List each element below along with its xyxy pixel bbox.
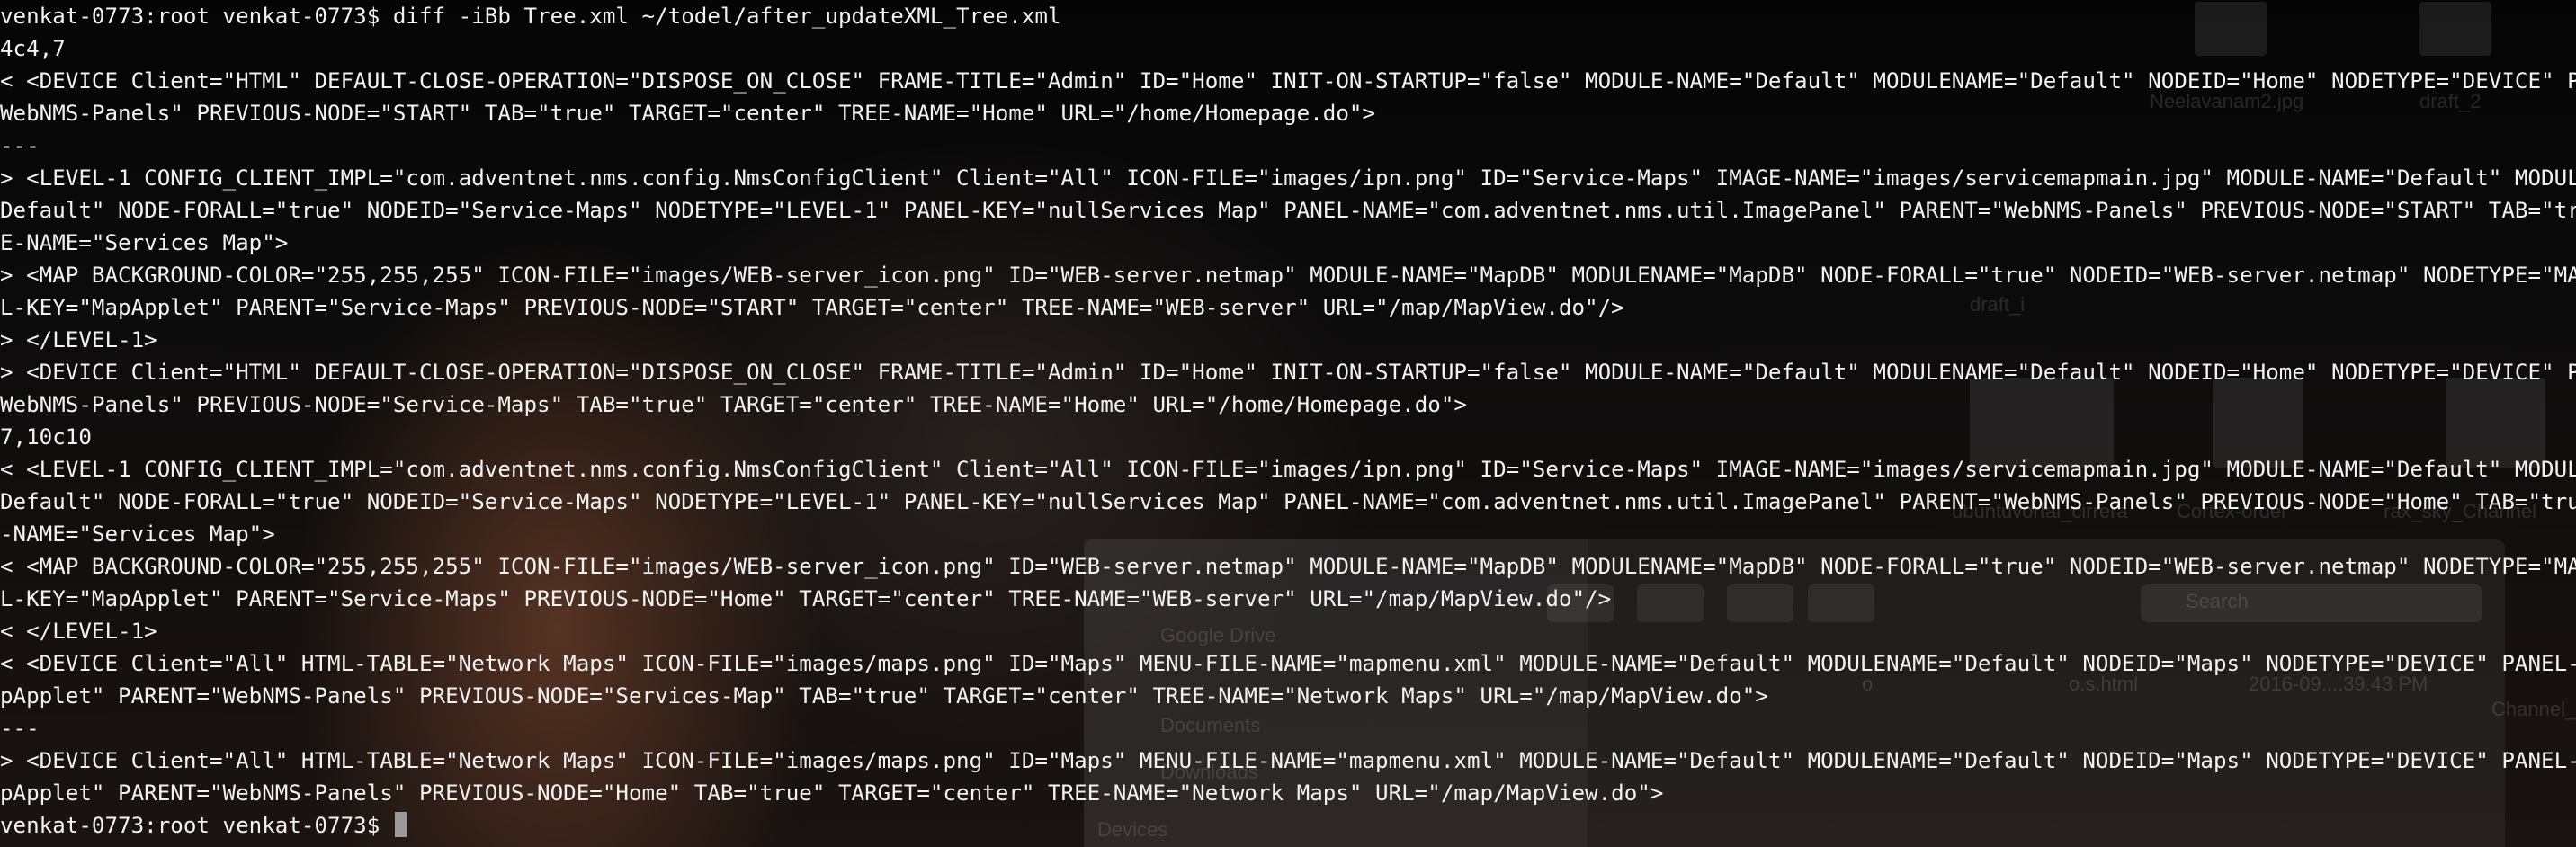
terminal-line: > <LEVEL-1 CONFIG_CLIENT_IMPL="com.adven… [0, 165, 2576, 191]
terminal-line: < <MAP BACKGROUND-COLOR="255,255,255" IC… [0, 554, 2576, 579]
terminal-line: L-KEY="MapApplet" PARENT="Service-Maps" … [0, 586, 1612, 611]
terminal-line: > </LEVEL-1> [0, 327, 157, 352]
terminal-line: < <DEVICE Client="HTML" DEFAULT-CLOSE-OP… [0, 68, 2576, 94]
terminal-line-diff-hunk: 4c4,7 [0, 36, 66, 61]
terminal-line: WebNMS-Panels" PREVIOUS-NODE="START" TAB… [0, 101, 1376, 126]
screen: Neelavanam2.jpg draft_2 draft_i ubuntuvo… [0, 0, 2576, 847]
terminal-line: L-KEY="MapApplet" PARENT="Service-Maps" … [0, 295, 1624, 320]
terminal-line: > <DEVICE Client="HTML" DEFAULT-CLOSE-OP… [0, 360, 2576, 385]
terminal-line: < </LEVEL-1> [0, 619, 157, 644]
terminal-line: WebNMS-Panels" PREVIOUS-NODE="Service-Ma… [0, 392, 1467, 417]
terminal-line: pApplet" PARENT="WebNMS-Panels" PREVIOUS… [0, 780, 1664, 806]
text-cursor [394, 812, 407, 837]
terminal-prompt-line[interactable]: venkat-0773:root venkat-0773$ [0, 809, 407, 842]
terminal-line: Default" NODE-FORALL="true" NODEID="Serv… [0, 198, 2576, 223]
terminal-line: > <DEVICE Client="All" HTML-TABLE="Netwo… [0, 748, 2576, 773]
terminal-output[interactable]: venkat-0773:root venkat-0773$ diff -iBb … [0, 0, 2576, 847]
terminal-line-command: venkat-0773:root venkat-0773$ diff -iBb … [0, 4, 1061, 29]
terminal-line-diff-hunk: 7,10c10 [0, 424, 92, 450]
terminal-prompt: venkat-0773:root venkat-0773$ [0, 813, 393, 838]
terminal-line: E-NAME="Services Map"> [0, 230, 289, 255]
terminal-line-separator: --- [0, 133, 40, 158]
terminal-line: pApplet" PARENT="WebNMS-Panels" PREVIOUS… [0, 683, 1768, 709]
terminal-line: < <LEVEL-1 CONFIG_CLIENT_IMPL="com.adven… [0, 457, 2576, 482]
terminal-line: -NAME="Services Map"> [0, 522, 275, 547]
terminal-line-separator: --- [0, 716, 40, 741]
terminal-line: < <DEVICE Client="All" HTML-TABLE="Netwo… [0, 651, 2576, 676]
terminal-line: > <MAP BACKGROUND-COLOR="255,255,255" IC… [0, 263, 2576, 288]
terminal-line: Default" NODE-FORALL="true" NODEID="Serv… [0, 489, 2576, 514]
